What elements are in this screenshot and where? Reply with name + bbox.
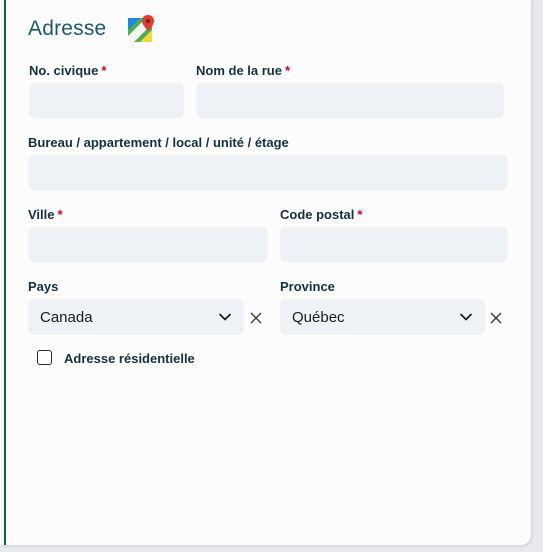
chevron-down-icon (460, 313, 472, 321)
section-title: Adresse (28, 17, 107, 40)
postal-code-label-text: Code postal (280, 207, 355, 222)
city-label-text: Ville (28, 207, 55, 222)
section-accent-bar (4, 0, 6, 545)
required-mark: * (357, 207, 363, 222)
postal-code-input[interactable] (280, 227, 508, 262)
clear-province-icon[interactable] (489, 311, 503, 325)
required-mark: * (284, 63, 291, 78)
street-label: Nom de la rue * (196, 63, 290, 78)
street-label-text: Nom de la rue (196, 63, 282, 78)
unit-input[interactable] (28, 155, 508, 190)
country-select[interactable]: Canada (28, 299, 244, 335)
province-label: Province (280, 279, 335, 294)
street-input[interactable] (196, 83, 504, 118)
chevron-down-icon (219, 313, 231, 321)
clear-country-icon[interactable] (249, 311, 263, 325)
residential-address-label[interactable]: Adresse résidentielle (64, 351, 195, 366)
required-mark: * (101, 63, 107, 78)
civic-number-label: No. civique * (29, 63, 106, 78)
country-selected-value: Canada (40, 308, 93, 326)
city-label: Ville * (28, 207, 63, 222)
address-card: Adresse No. civique * Nom de la rue * Bure… (0, 0, 531, 545)
province-select[interactable]: Québec (280, 299, 485, 335)
required-mark: * (57, 207, 63, 222)
residential-address-checkbox[interactable] (37, 350, 52, 365)
country-label: Pays (28, 279, 59, 294)
city-input[interactable] (28, 227, 268, 262)
civic-number-input[interactable] (29, 83, 184, 118)
google-maps-icon[interactable] (126, 14, 156, 44)
province-selected-value: Québec (292, 308, 345, 326)
civic-number-label-text: No. civique (29, 63, 99, 78)
postal-code-label: Code postal * (280, 207, 362, 222)
unit-label: Bureau / appartement / local / unité / é… (28, 135, 289, 150)
